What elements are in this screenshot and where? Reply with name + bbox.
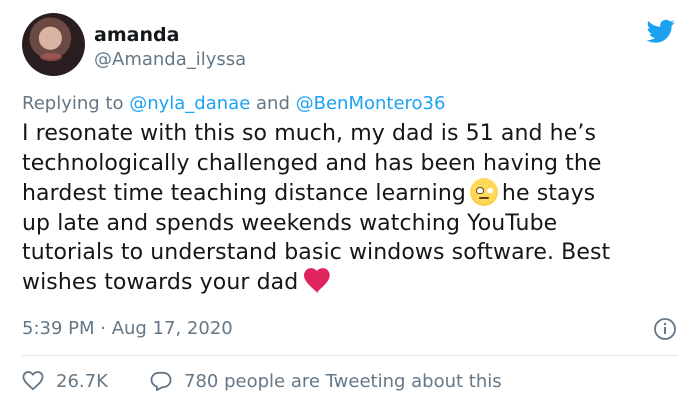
replying-to-label: Replying to xyxy=(22,93,124,114)
avatar[interactable] xyxy=(22,13,85,76)
mention-link[interactable]: @nyla_danae xyxy=(129,93,250,114)
tweet-line: hardest time teaching distance learning xyxy=(22,181,466,206)
tweet-card: amanda @Amanda_ilyssa Replying to @nyla_… xyxy=(0,0,700,409)
red-heart-icon xyxy=(304,267,330,293)
like-button[interactable]: 26.7K xyxy=(22,369,108,393)
tweet-line: up late and spends weekends watching You… xyxy=(22,210,558,236)
tweet-line: technologically challenged and has been … xyxy=(22,150,602,176)
replying-to: Replying to @nyla_danae and @BenMontero3… xyxy=(22,92,445,116)
heart-outline-icon xyxy=(22,371,44,391)
tweet-timestamp[interactable]: 5:39 PM · Aug 17, 2020 xyxy=(22,317,233,341)
conversation-button[interactable]: 780 people are Tweeting about this xyxy=(150,369,502,393)
tweet-line: I resonate with this so much, my dad is … xyxy=(22,121,597,146)
tweet-text: I resonate with this so much, my dad is … xyxy=(22,119,682,297)
tweet-line: tutorials to understand basic windows so… xyxy=(22,240,611,265)
speech-bubble-icon xyxy=(150,371,172,391)
tweet-line: he stays xyxy=(501,181,596,206)
replying-to-conjunction: and xyxy=(256,93,290,114)
twitter-bird-icon[interactable] xyxy=(645,17,677,45)
divider xyxy=(22,355,678,356)
tweet-line: wishes towards your dad xyxy=(22,269,299,295)
rolling-eyes-emoji-icon xyxy=(469,178,498,206)
conversation-count: 780 people are Tweeting about this xyxy=(184,370,502,392)
mention-link[interactable]: @BenMontero36 xyxy=(296,93,446,114)
user-handle[interactable]: @Amanda_ilyssa xyxy=(94,49,246,71)
info-icon[interactable] xyxy=(653,317,677,341)
display-name[interactable]: amanda xyxy=(94,24,179,46)
like-count: 26.7K xyxy=(56,370,108,392)
